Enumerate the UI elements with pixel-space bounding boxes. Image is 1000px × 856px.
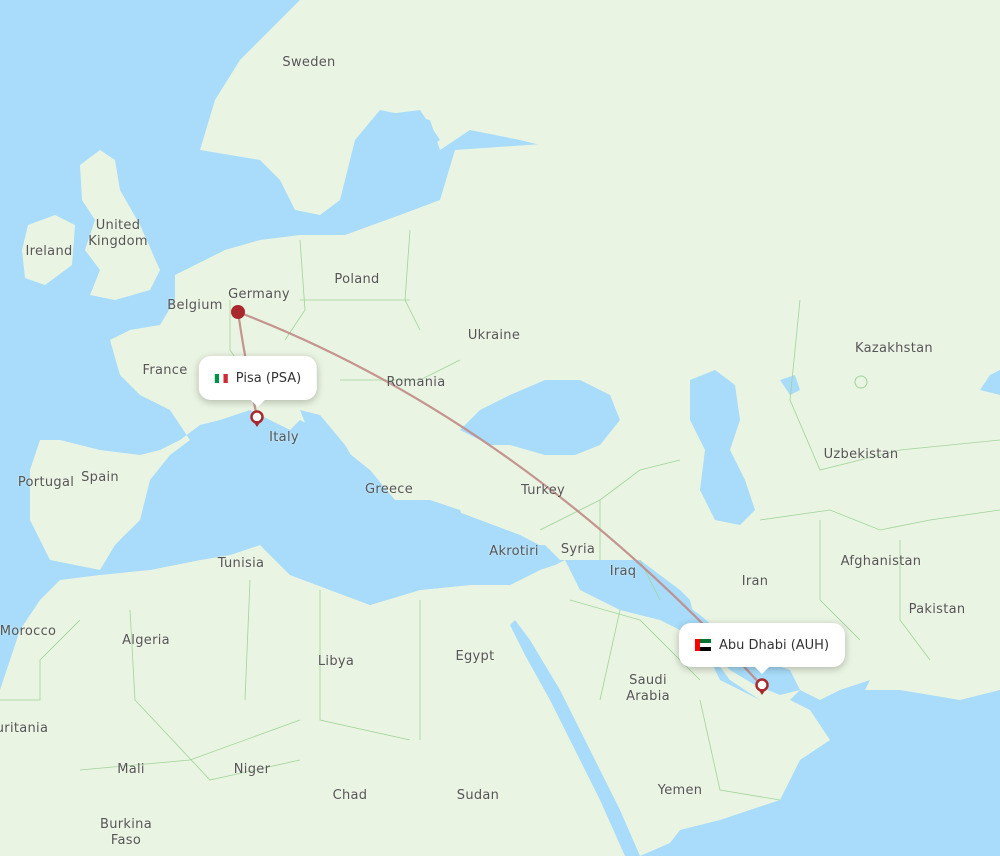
country-label: Iran [741, 574, 769, 589]
country-label-line: United [95, 218, 141, 233]
country-label: Germany [228, 287, 290, 302]
country-label: uritania [0, 721, 49, 736]
country-label: Algeria [122, 633, 170, 648]
destination-label: Abu Dhabi (AUH) [718, 637, 830, 653]
italy-flag-icon [214, 373, 228, 383]
country-label: Ireland [25, 244, 73, 259]
country-label: Ukraine [467, 328, 521, 343]
origin-label: Pisa (PSA) [235, 370, 302, 386]
water-arabian-sea [800, 690, 1000, 856]
hub-marker[interactable] [231, 305, 245, 319]
map-background [0, 0, 1000, 856]
country-label: Yemen [657, 783, 703, 798]
country-label: Romania [386, 375, 446, 390]
country-label: Pakistan [908, 602, 966, 617]
country-label-line: Kingdom [88, 234, 148, 249]
country-label: Burkina Faso [100, 817, 152, 849]
country-label-line: Saudi [629, 673, 667, 688]
country-label: Mali [117, 762, 145, 777]
country-label: France [142, 363, 188, 378]
country-label: Iraq [609, 564, 637, 579]
country-label: Niger [233, 762, 271, 777]
country-label: Chad [332, 788, 368, 803]
country-label: Sudan [456, 788, 500, 803]
country-label: Italy [269, 430, 299, 445]
origin-callout[interactable]: Pisa (PSA) [198, 356, 318, 407]
country-label: Spain [81, 470, 119, 485]
country-label: Belgium [167, 298, 223, 313]
country-label: Saudi Arabia [626, 673, 670, 705]
route-map[interactable]: Sweden United Kingdom Ireland Poland Bel… [0, 0, 1000, 856]
country-label: Poland [334, 272, 380, 287]
country-label: Syria [560, 542, 596, 557]
country-label: Akrotiri [489, 544, 539, 559]
country-label: Portugal [17, 475, 75, 490]
country-label: Afghanistan [840, 554, 922, 569]
country-label: Egypt [455, 649, 495, 664]
country-label: Morocco [0, 624, 57, 639]
country-label: United Kingdom [88, 218, 148, 250]
country-label: Kazakhstan [855, 341, 933, 356]
country-label: Turkey [520, 483, 566, 498]
country-label: Uzbekistan [823, 447, 899, 462]
country-label: Libya [317, 654, 355, 669]
country-label: Sweden [282, 55, 336, 70]
uae-flag-icon [694, 639, 711, 651]
country-label: Greece [364, 482, 414, 497]
country-label: Tunisia [217, 556, 265, 571]
country-label-line: Faso [110, 833, 142, 848]
country-label-line: Burkina [100, 817, 152, 832]
country-label-line: Arabia [626, 689, 670, 704]
destination-callout[interactable]: Abu Dhabi (AUH) [678, 623, 846, 674]
